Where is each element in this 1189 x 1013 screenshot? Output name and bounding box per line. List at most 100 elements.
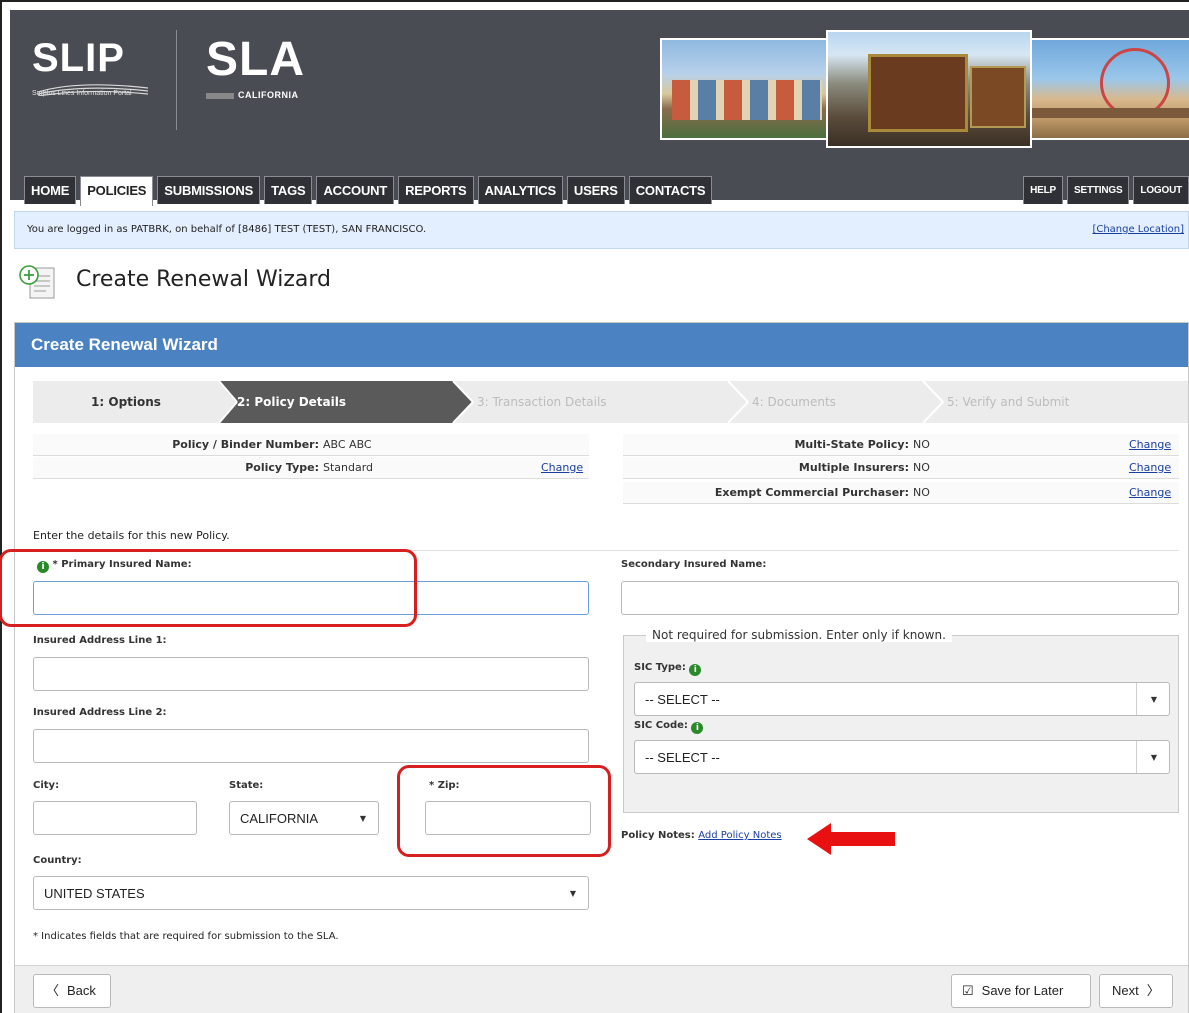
sic-type-label: SIC Type: [634, 662, 686, 673]
sic-type-select-value: -- SELECT -- [645, 692, 720, 707]
binder-number-row: Policy / Binder Number: ABC ABC [33, 434, 589, 456]
chevron-left-icon: 〈 [46, 983, 60, 998]
wizard-footer: 〈 Back ☑ Save for Later Next 〉 [15, 965, 1188, 1013]
policy-notes-label: Policy Notes: [621, 830, 695, 841]
multi-state-change-link[interactable]: Change [1129, 434, 1171, 456]
address-line-1-input[interactable] [33, 657, 589, 691]
address-line-1-label: Insured Address Line 1: [33, 635, 167, 646]
main-nav: HOME POLICIES SUBMISSIONS TAGS ACCOUNT R… [24, 176, 713, 206]
annotation-arrow-icon [807, 823, 895, 855]
city-input[interactable] [33, 801, 197, 835]
chevron-down-icon: ▼ [569, 889, 576, 898]
sla-logo[interactable]: SLA CALIFORNIA [206, 36, 305, 100]
login-banner: You are logged in as PATBRK, on behalf o… [14, 211, 1189, 249]
sla-logo-text: SLA [206, 33, 305, 86]
multi-state-row: Multi-State Policy: NO Change [623, 434, 1179, 456]
utility-nav: HELP SETTINGS LOGOUT [1023, 176, 1189, 204]
sic-code-label: SIC Code: [634, 720, 688, 731]
multiple-insurers-change-link[interactable]: Change [1129, 457, 1171, 479]
exempt-purchaser-change-link[interactable]: Change [1129, 482, 1171, 504]
logo-divider [176, 30, 177, 130]
nav-tab-users[interactable]: USERS [566, 176, 625, 204]
nav-tab-account[interactable]: ACCOUNT [316, 176, 395, 204]
multiple-insurers-row: Multiple Insurers: NO Change [623, 457, 1179, 479]
cable-car-photo [826, 30, 1032, 148]
chevron-down-icon: ▼ [1150, 695, 1157, 704]
step-documents: 4: Documents [752, 395, 836, 409]
nav-tab-analytics[interactable]: ANALYTICS [477, 176, 563, 204]
multiple-insurers-value: NO [913, 461, 930, 474]
binder-number-label: Policy / Binder Number: [172, 438, 319, 451]
policy-type-label: Policy Type: [245, 461, 319, 474]
nav-tab-logout[interactable]: LOGOUT [1133, 176, 1189, 204]
nav-tab-home[interactable]: HOME [24, 176, 77, 204]
policy-notes-wrap: Policy Notes: Add Policy Notes [621, 830, 782, 841]
add-policy-notes-link[interactable]: Add Policy Notes [698, 830, 781, 841]
state-select[interactable]: CALIFORNIA ▼ [229, 801, 379, 835]
annotation-highlight-box [397, 765, 611, 857]
nav-tab-submissions[interactable]: SUBMISSIONS [157, 176, 261, 204]
santa-monica-pier-photo [1028, 38, 1189, 140]
painted-ladies-photo [660, 38, 830, 140]
state-select-value: CALIFORNIA [240, 811, 319, 826]
header-photos [660, 30, 1189, 148]
sla-logo-sub: CALIFORNIA [238, 90, 299, 100]
secondary-insured-input[interactable] [621, 581, 1179, 615]
exempt-purchaser-row: Exempt Commercial Purchaser: NO Change [623, 482, 1179, 504]
address-line-2-label: Insured Address Line 2: [33, 707, 167, 718]
country-select-value: UNITED STATES [44, 886, 145, 901]
sic-type-label-wrap: SIC Type: i [634, 662, 702, 676]
step-verify-submit: 5: Verify and Submit [947, 395, 1070, 409]
multi-state-value: NO [913, 438, 930, 451]
chevron-right-icon: 〉 [1146, 983, 1160, 998]
binder-number-value: ABC ABC [323, 438, 372, 451]
nav-tab-settings[interactable]: SETTINGS [1067, 176, 1130, 204]
page-title: Create Renewal Wizard [76, 267, 332, 292]
exempt-purchaser-value: NO [913, 486, 930, 499]
policy-type-change-link[interactable]: Change [541, 457, 583, 479]
chevron-down-icon: ▼ [359, 814, 366, 823]
back-button[interactable]: 〈 Back [33, 974, 111, 1008]
nav-tab-help[interactable]: HELP [1023, 176, 1064, 204]
nav-tab-contacts[interactable]: CONTACTS [628, 176, 713, 204]
panel-title: Create Renewal Wizard [15, 323, 1188, 367]
sic-type-select[interactable]: -- SELECT -- ▼ [634, 682, 1170, 716]
sic-code-select-value: -- SELECT -- [645, 750, 720, 765]
multiple-insurers-label: Multiple Insurers: [798, 461, 909, 474]
city-label: City: [33, 780, 60, 791]
next-button[interactable]: Next 〉 [1099, 974, 1173, 1008]
form-intro: Enter the details for this new Policy. [33, 529, 230, 542]
save-icon: ☑ [962, 983, 974, 998]
change-location-link[interactable]: [Change Location] [1092, 224, 1184, 235]
select-divider [1136, 741, 1137, 773]
optional-fields-group: Not required for submission. Enter only … [623, 628, 1179, 813]
address-line-2-input[interactable] [33, 729, 589, 763]
annotation-highlight-box [0, 549, 417, 627]
nav-tab-tags[interactable]: TAGS [264, 176, 313, 204]
country-select[interactable]: UNITED STATES ▼ [33, 876, 589, 910]
site-header: SLIP Surplus Lines Information Portal SL… [10, 10, 1189, 206]
step-options[interactable]: 1: Options [33, 381, 219, 423]
info-icon[interactable]: i [691, 722, 704, 734]
save-for-later-button[interactable]: ☑ Save for Later [951, 974, 1091, 1008]
wizard-panel: Create Renewal Wizard 1: Options 2: Poli… [0, 322, 1189, 1013]
slip-swoosh-icon [38, 84, 148, 96]
state-label: State: [229, 780, 264, 791]
chevron-down-icon: ▼ [1150, 753, 1157, 762]
policy-type-value: Standard [323, 461, 374, 474]
multi-state-label: Multi-State Policy: [794, 438, 909, 451]
sic-code-label-wrap: SIC Code: i [634, 720, 704, 734]
sla-logo-mark [206, 92, 234, 99]
optional-fields-legend: Not required for submission. Enter only … [646, 628, 952, 642]
nav-tab-reports[interactable]: REPORTS [398, 176, 474, 204]
nav-tab-policies[interactable]: POLICIES [80, 176, 154, 206]
login-status-text: You are logged in as PATBRK, on behalf o… [27, 224, 427, 235]
slip-logo[interactable]: SLIP Surplus Lines Information Portal [32, 38, 148, 97]
info-icon[interactable]: i [689, 664, 702, 676]
sic-code-select[interactable]: -- SELECT -- ▼ [634, 740, 1170, 774]
step-policy-details[interactable]: 2: Policy Details [237, 381, 475, 423]
policy-type-row: Policy Type: Standard Change [33, 457, 589, 479]
step-transaction-details: 3: Transaction Details [477, 395, 607, 409]
secondary-insured-label: Secondary Insured Name: [621, 559, 767, 570]
create-document-icon [19, 265, 55, 299]
